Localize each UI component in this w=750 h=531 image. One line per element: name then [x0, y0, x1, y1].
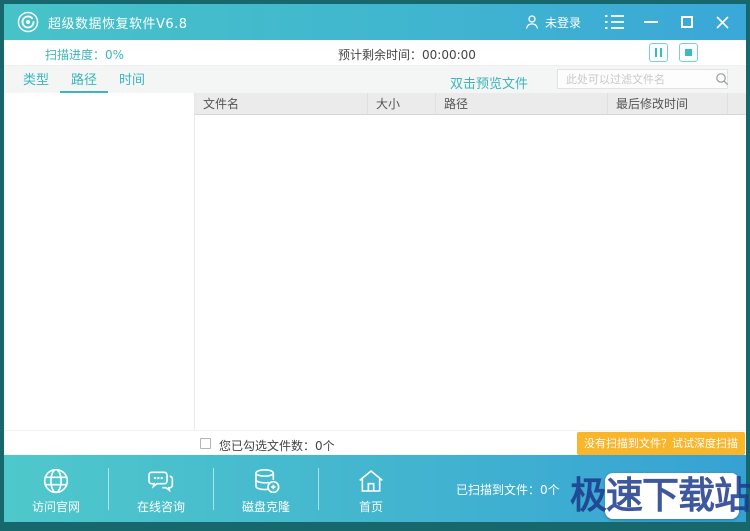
select-all-checkbox[interactable]: [200, 438, 211, 449]
tab-path[interactable]: 路径: [60, 66, 108, 93]
footer-item-consult[interactable]: 在线咨询: [109, 463, 213, 515]
tab-time[interactable]: 时间: [108, 66, 156, 93]
column-header-extra: [727, 93, 746, 114]
file-table-header: 文件名 大小 路径 最后修改时间: [195, 93, 746, 115]
close-button[interactable]: [711, 11, 733, 33]
footer-item-label: 磁盘克隆: [242, 498, 290, 515]
footer-item-website[interactable]: 访问官网: [4, 463, 108, 515]
selection-bar: 您已勾选文件数：0个 没有扫描到文件？试试深度扫描: [4, 430, 746, 455]
column-header-path: 路径: [435, 93, 607, 114]
titlebar: 超级数据恢复软件V6.8 未登录: [4, 4, 746, 40]
tab-type[interactable]: 类型: [12, 66, 60, 93]
scan-status-bar: 扫描进度：0% 预计剩余时间：00:00:00: [4, 40, 746, 66]
footer-item-label: 在线咨询: [137, 498, 185, 515]
pause-button[interactable]: [649, 43, 668, 62]
stop-icon: [685, 49, 692, 56]
tab-bar: 类型 路径 时间 双击预览文件: [4, 66, 746, 93]
preview-hint: 双击预览文件: [450, 73, 528, 92]
footer-item-home[interactable]: 首页: [319, 463, 423, 515]
file-table: 文件名 大小 路径 最后修改时间: [195, 93, 746, 430]
stop-button[interactable]: [679, 43, 698, 62]
pause-icon: [655, 48, 662, 57]
home-icon: [355, 465, 387, 497]
footer-item-disk-clone[interactable]: 磁盘克隆: [214, 463, 318, 515]
disk-clone-icon: [250, 465, 282, 497]
login-button[interactable]: 未登录: [519, 14, 581, 31]
chat-icon: [145, 465, 177, 497]
search-icon: [715, 72, 729, 86]
column-header-filename: 文件名: [195, 93, 367, 114]
column-header-modified: 最后修改时间: [607, 93, 727, 114]
eta-label: 预计剩余时间：00:00:00: [338, 46, 476, 63]
footer-item-label: 访问官网: [32, 498, 80, 515]
menu-icon[interactable]: [603, 11, 625, 33]
footer-bar: 访问官网 在线咨询: [4, 455, 746, 522]
main-content: 文件名 大小 路径 最后修改时间: [4, 93, 746, 430]
maximize-button[interactable]: [676, 11, 698, 33]
footer-item-label: 首页: [359, 498, 383, 515]
file-table-body: [195, 115, 746, 430]
scan-progress-label: 扫描进度：0%: [45, 46, 124, 63]
filename-filter-input[interactable]: [558, 73, 715, 86]
globe-icon: [40, 465, 72, 497]
app-logo-icon: [17, 11, 39, 33]
app-window: 超级数据恢复软件V6.8 未登录: [0, 0, 750, 531]
path-tree-panel: [4, 93, 195, 430]
selected-count-label: 您已勾选文件数：0个: [219, 437, 335, 454]
filename-filter-box: [557, 69, 728, 89]
recover-button[interactable]: [605, 473, 739, 519]
minimize-button[interactable]: [640, 11, 662, 33]
login-label: 未登录: [545, 14, 581, 31]
window-title: 超级数据恢复软件V6.8: [48, 13, 188, 32]
user-icon: [524, 14, 540, 30]
deep-scan-button[interactable]: 没有扫描到文件？试试深度扫描: [577, 432, 745, 455]
scanned-count-label: 已扫描到文件：0个: [456, 481, 560, 498]
column-header-size: 大小: [367, 93, 435, 114]
